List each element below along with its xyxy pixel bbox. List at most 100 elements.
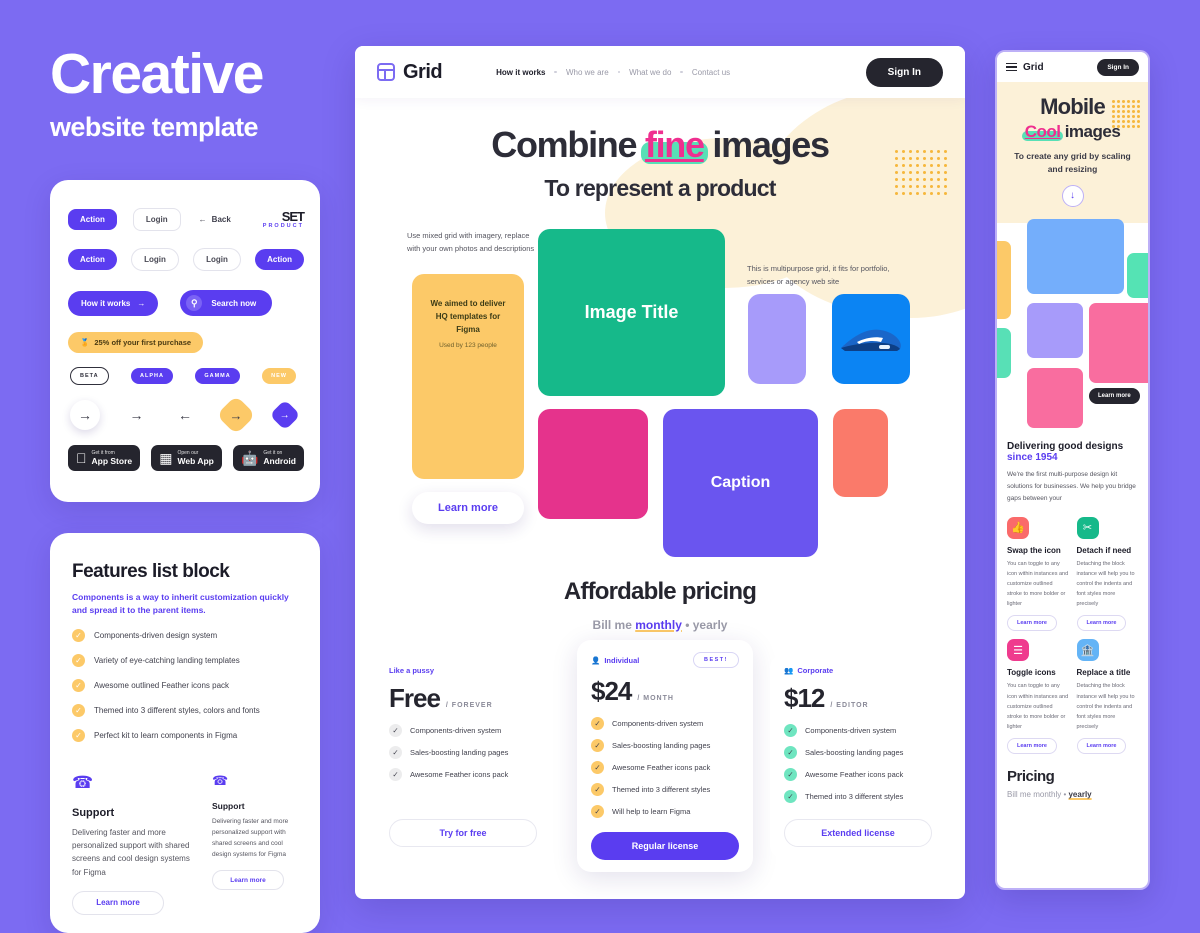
arrow-left-icon-plain[interactable]: ←	[173, 407, 197, 423]
list-item: ✓ Awesome outlined Feather icons pack	[72, 679, 298, 693]
promo-badge[interactable]: 🏅 25% off your first purchase	[68, 332, 204, 353]
price-card-corporate: 👥 Corporate $12 / EDITOR ✓ Components-dri…	[770, 654, 946, 859]
learn-more-button[interactable]: Learn more	[412, 492, 524, 524]
grid-note-left: Use mixed grid with imagery, replace wit…	[407, 231, 535, 254]
check-icon: ✓	[591, 783, 604, 796]
price-period: / MONTH	[637, 695, 674, 702]
price-kicker: 👥 Corporate	[784, 666, 834, 675]
nav-link-what-we-do[interactable]: What we do	[629, 68, 671, 77]
app-store-button[interactable]:  Get it from App Store	[68, 445, 141, 471]
tile-caption: Caption	[663, 409, 818, 557]
nav-link-contact-us[interactable]: Contact us	[692, 68, 730, 77]
learn-more-button-right[interactable]: Learn more	[212, 870, 284, 891]
login-button-1[interactable]: Login	[132, 208, 181, 231]
window-icon: ▦	[154, 449, 172, 466]
thumbs-up-icon: 👍	[1007, 516, 1029, 539]
nav-link-who-we-are[interactable]: Who we are	[566, 68, 609, 77]
billing-yearly[interactable]: • yearly	[682, 618, 727, 632]
how-it-works-button[interactable]: How it works →	[68, 290, 159, 316]
check-icon: ✓	[389, 724, 402, 737]
desktop-preview-panel: Grid How it works Who we are What we do …	[355, 46, 965, 899]
check-icon: ✓	[784, 724, 797, 737]
mobile-preview-panel: Grid Sign In Mobile Cool images To creat…	[995, 50, 1150, 890]
list-item: ✓ Themed into 3 different styles	[591, 783, 739, 796]
action-button-2[interactable]: Action	[68, 249, 117, 270]
tag-beta[interactable]: BETA	[70, 367, 109, 385]
set-product-logo: SET PRODUCT	[262, 208, 305, 229]
mobile-billing-toggle[interactable]: Bill me monthly • yearly	[1007, 790, 1138, 799]
mobile-learn-more-button[interactable]: Learn more	[1089, 387, 1140, 404]
desktop-grid-showcase: Use mixed grid with imagery, replace wit…	[355, 224, 965, 564]
arrow-right-icon-purple[interactable]: →	[269, 399, 301, 431]
learn-more-button[interactable]: Learn more	[1007, 738, 1057, 755]
action-button-1[interactable]: Action	[68, 209, 117, 230]
back-button[interactable]: ← Back	[199, 215, 231, 224]
users-icon: 👥	[784, 666, 794, 675]
brand-name: Grid	[403, 60, 443, 83]
price-card-free: Like a pussy Free / FOREVER ✓ Components-…	[375, 654, 551, 859]
tile-pink	[538, 409, 648, 519]
login-button-2[interactable]: Login	[131, 248, 179, 271]
try-for-free-button[interactable]: Try for free	[389, 819, 537, 847]
android-icon: 🤖	[240, 449, 259, 466]
separator-dot	[617, 70, 621, 74]
mobile-sign-in-button[interactable]: Sign In	[1097, 58, 1139, 76]
arrow-down-icon[interactable]: ↓	[1061, 184, 1084, 207]
list-item: ✓ Themed into 3 different styles	[784, 790, 932, 803]
components-showcase-card: Action Login ← Back SET PRODUCT Action L…	[50, 180, 320, 502]
list-item: ✓ Sales-boosting landing pages	[389, 746, 537, 759]
left-hero-block: Creative website template	[50, 46, 320, 143]
regular-license-button[interactable]: Regular license	[591, 832, 739, 860]
price-period: / EDITOR	[830, 702, 869, 709]
hamburger-icon[interactable]	[1006, 62, 1017, 72]
check-icon: ✓	[591, 805, 604, 818]
learn-more-button-left[interactable]: Learn more	[72, 890, 164, 915]
action-button-3[interactable]: Action	[255, 249, 304, 270]
tag-gamma[interactable]: GAMMA	[195, 368, 240, 384]
mobile-about-accent: since 1954	[1007, 451, 1058, 463]
billing-toggle[interactable]: Bill me monthly • yearly	[355, 618, 965, 632]
search-now-button[interactable]: ⚲ Search now	[180, 290, 273, 316]
price-card-individual: 👤 Individual BEST! $24 / MONTH ✓ Componen…	[577, 640, 753, 872]
search-icon: ⚲	[186, 295, 203, 311]
mobile-hero-sub: To create any grid by scaling and resizi…	[1014, 151, 1131, 174]
nav-link-how-it-works[interactable]: How it works	[496, 68, 545, 77]
tag-new[interactable]: NEW	[262, 368, 296, 384]
features-title: Features list block	[72, 561, 230, 582]
mobile-hero: Mobile Cool images To create any grid by…	[997, 82, 1148, 223]
check-icon: ✓	[784, 768, 797, 781]
price-period: / FOREVER	[445, 702, 493, 709]
billing-monthly[interactable]: monthly	[635, 618, 682, 632]
apple-icon: 	[76, 451, 87, 465]
list-item: ✓ Components-driven system	[784, 724, 932, 737]
tag-alpha[interactable]: ALPHA	[130, 368, 173, 384]
arrow-right-icon-plain[interactable]: →	[125, 407, 149, 423]
billing-yearly[interactable]: yearly	[1068, 790, 1091, 799]
check-icon: ✓	[389, 746, 402, 759]
android-button[interactable]: 🤖 Get it on Android	[232, 445, 304, 471]
learn-more-button[interactable]: Learn more	[1076, 615, 1127, 632]
tile-lavender	[1027, 302, 1083, 358]
arrow-right-icon: →	[137, 298, 146, 308]
features-list-card: Features list block Components is a way …	[50, 533, 320, 933]
learn-more-button[interactable]: Learn more	[1007, 615, 1057, 632]
price-kicker: 👤 Individual	[591, 655, 640, 665]
user-icon: 👤	[591, 655, 601, 665]
desktop-nav-links: How it works Who we are What we do Conta…	[496, 68, 730, 77]
list-item: ✓ Variety of eye-catching landing templa…	[72, 654, 298, 668]
highlight-fine: fine	[640, 124, 708, 166]
list-item: ✓ Themed into 3 different styles, colors…	[72, 704, 298, 718]
web-app-button[interactable]: ▦ Open our Web App	[151, 445, 222, 471]
sign-in-button[interactable]: Sign In	[865, 57, 943, 87]
arrow-right-icon-yellow[interactable]: →	[215, 395, 256, 435]
learn-more-button[interactable]: Learn more	[1076, 738, 1127, 755]
login-button-3[interactable]: Login	[193, 248, 241, 271]
tile-pink-large	[1089, 302, 1148, 383]
tile-image-title: Image Title	[538, 229, 725, 396]
arrow-right-icon-circle[interactable]: →	[70, 400, 100, 430]
phone-call-icon: ☎	[212, 773, 229, 788]
mobile-brand-name: Grid	[1023, 61, 1044, 73]
list-item: ✓ Components-driven system	[591, 717, 739, 730]
extended-license-button[interactable]: Extended license	[784, 819, 932, 847]
brand[interactable]: Grid	[377, 60, 443, 84]
